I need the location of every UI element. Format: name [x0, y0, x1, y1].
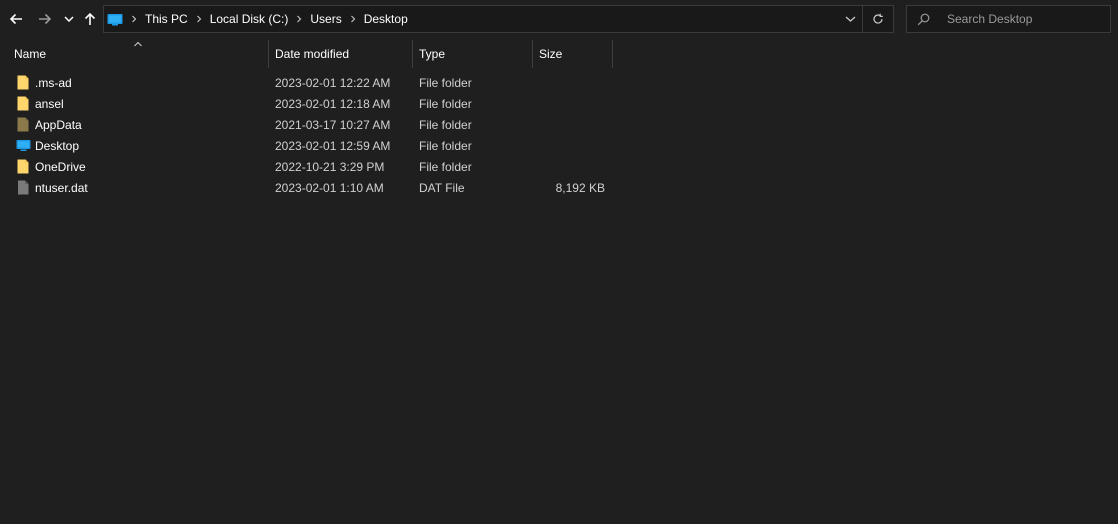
- column-header-date-modified[interactable]: Date modified: [275, 40, 409, 68]
- file-row[interactable]: .ms-ad 2023-02-01 12:22 AM File folder: [0, 72, 620, 93]
- file-name: Desktop: [35, 138, 80, 153]
- chevron-right-icon[interactable]: [188, 15, 210, 23]
- file-date: 2023-02-01 12:18 AM: [275, 96, 391, 111]
- arrow-up-icon: [84, 12, 96, 25]
- arrow-right-icon: [39, 13, 52, 25]
- arrow-left-icon: [9, 13, 22, 25]
- file-date: 2022-10-21 3:29 PM: [275, 159, 385, 174]
- hidden-file-icon: [18, 180, 29, 195]
- file-date: 2023-02-01 12:59 AM: [275, 138, 391, 153]
- file-size: [539, 114, 605, 135]
- column-header-type[interactable]: Type: [419, 40, 529, 68]
- file-date: 2021-03-17 10:27 AM: [275, 117, 391, 132]
- chevron-down-icon: [64, 16, 74, 22]
- file-row[interactable]: ansel 2023-02-01 12:18 AM File folder: [0, 93, 620, 114]
- file-row[interactable]: AppData 2021-03-17 10:27 AM File folder: [0, 114, 620, 135]
- file-row[interactable]: Desktop 2023-02-01 12:59 AM File folder: [0, 135, 620, 156]
- back-button[interactable]: [5, 6, 27, 32]
- search-box[interactable]: [906, 5, 1111, 33]
- column-header-name[interactable]: Name: [14, 40, 266, 68]
- folder-icon: [17, 159, 29, 174]
- file-type: File folder: [419, 75, 472, 90]
- search-input[interactable]: [939, 6, 1110, 32]
- search-icon: [907, 6, 939, 32]
- forward-button[interactable]: [34, 6, 56, 32]
- breadcrumb-users[interactable]: Users: [310, 12, 341, 26]
- file-name: AppData: [35, 117, 82, 132]
- file-type: File folder: [419, 96, 472, 111]
- recent-locations-button[interactable]: [60, 6, 78, 32]
- file-size: [539, 135, 605, 156]
- folder-icon: [17, 75, 29, 90]
- hidden-folder-icon: [17, 117, 29, 132]
- navigation-bar: This PC Local Disk (C:) Users Desktop: [0, 0, 1118, 38]
- column-headers: Name Date modified Type Size: [0, 40, 1118, 68]
- file-name: ntuser.dat: [35, 180, 88, 195]
- column-resize-handle[interactable]: [268, 40, 269, 68]
- column-resize-handle[interactable]: [412, 40, 413, 68]
- file-size: [539, 156, 605, 177]
- chevron-right-icon: [123, 15, 145, 23]
- file-date: 2023-02-01 12:22 AM: [275, 75, 391, 90]
- file-type: DAT File: [419, 180, 465, 195]
- breadcrumb-desktop[interactable]: Desktop: [364, 12, 408, 26]
- desktop-folder-icon: [107, 13, 123, 26]
- breadcrumb-local-disk[interactable]: Local Disk (C:): [210, 12, 289, 26]
- chevron-down-icon: [845, 16, 855, 22]
- column-header-size[interactable]: Size: [539, 40, 609, 68]
- column-resize-handle[interactable]: [612, 40, 613, 68]
- file-row[interactable]: OneDrive 2022-10-21 3:29 PM File folder: [0, 156, 620, 177]
- column-resize-handle[interactable]: [532, 40, 533, 68]
- file-type: File folder: [419, 159, 472, 174]
- file-size: [539, 93, 605, 114]
- desktop-folder-icon: [16, 140, 31, 151]
- file-type: File folder: [419, 138, 472, 153]
- file-size: [539, 72, 605, 93]
- breadcrumb-this-pc[interactable]: This PC: [145, 12, 188, 26]
- file-date: 2023-02-01 1:10 AM: [275, 180, 384, 195]
- up-button[interactable]: [79, 6, 101, 32]
- file-name: OneDrive: [35, 159, 86, 174]
- chevron-right-icon[interactable]: [288, 15, 310, 23]
- file-explorer-window: This PC Local Disk (C:) Users Desktop Se…: [0, 0, 1118, 524]
- chevron-right-icon[interactable]: [342, 15, 364, 23]
- file-row[interactable]: ntuser.dat 2023-02-01 1:10 AM DAT File 8…: [0, 177, 620, 198]
- address-history-button[interactable]: [838, 6, 862, 32]
- address-bar[interactable]: This PC Local Disk (C:) Users Desktop: [103, 5, 894, 33]
- file-size: 8,192 KB: [555, 180, 605, 195]
- breadcrumb: This PC Local Disk (C:) Users Desktop: [123, 6, 408, 32]
- folder-icon: [17, 96, 29, 111]
- file-name: ansel: [35, 96, 64, 111]
- refresh-icon: [873, 13, 883, 24]
- refresh-button[interactable]: [863, 6, 893, 32]
- file-name: .ms-ad: [35, 75, 72, 90]
- file-type: File folder: [419, 117, 472, 132]
